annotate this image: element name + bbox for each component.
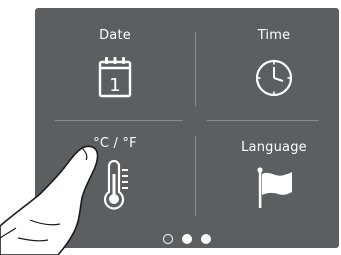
settings-screen: Date 1 Time °C / °F Language [35,8,339,248]
calendar-icon: 1 [98,57,132,98]
horizontal-divider-left [55,120,183,121]
time-label: Time [257,28,291,43]
device-stage: Date 1 Time °C / °F Language [0,0,341,255]
page-dot-1[interactable] [162,234,173,244]
horizontal-divider-right [207,120,319,121]
date-tile[interactable]: Date 1 [39,12,191,122]
vertical-divider-bottom [195,136,196,216]
time-tile[interactable]: Time [198,12,339,122]
clock-icon [255,59,293,97]
language-label: Language [241,140,307,155]
page-dot-2[interactable] [182,234,192,244]
flag-icon [257,167,292,208]
date-label: Date [99,28,131,43]
page-dot-3[interactable] [201,234,212,244]
thermometer-icon [103,160,128,210]
language-tile[interactable]: Language [198,130,339,240]
vertical-divider-top [195,32,196,106]
temperature-unit-label: °C / °F [93,136,137,151]
page-indicator [35,229,339,244]
calendar-day-number: 1 [109,75,120,96]
temperature-unit-tile[interactable]: °C / °F [39,130,191,240]
